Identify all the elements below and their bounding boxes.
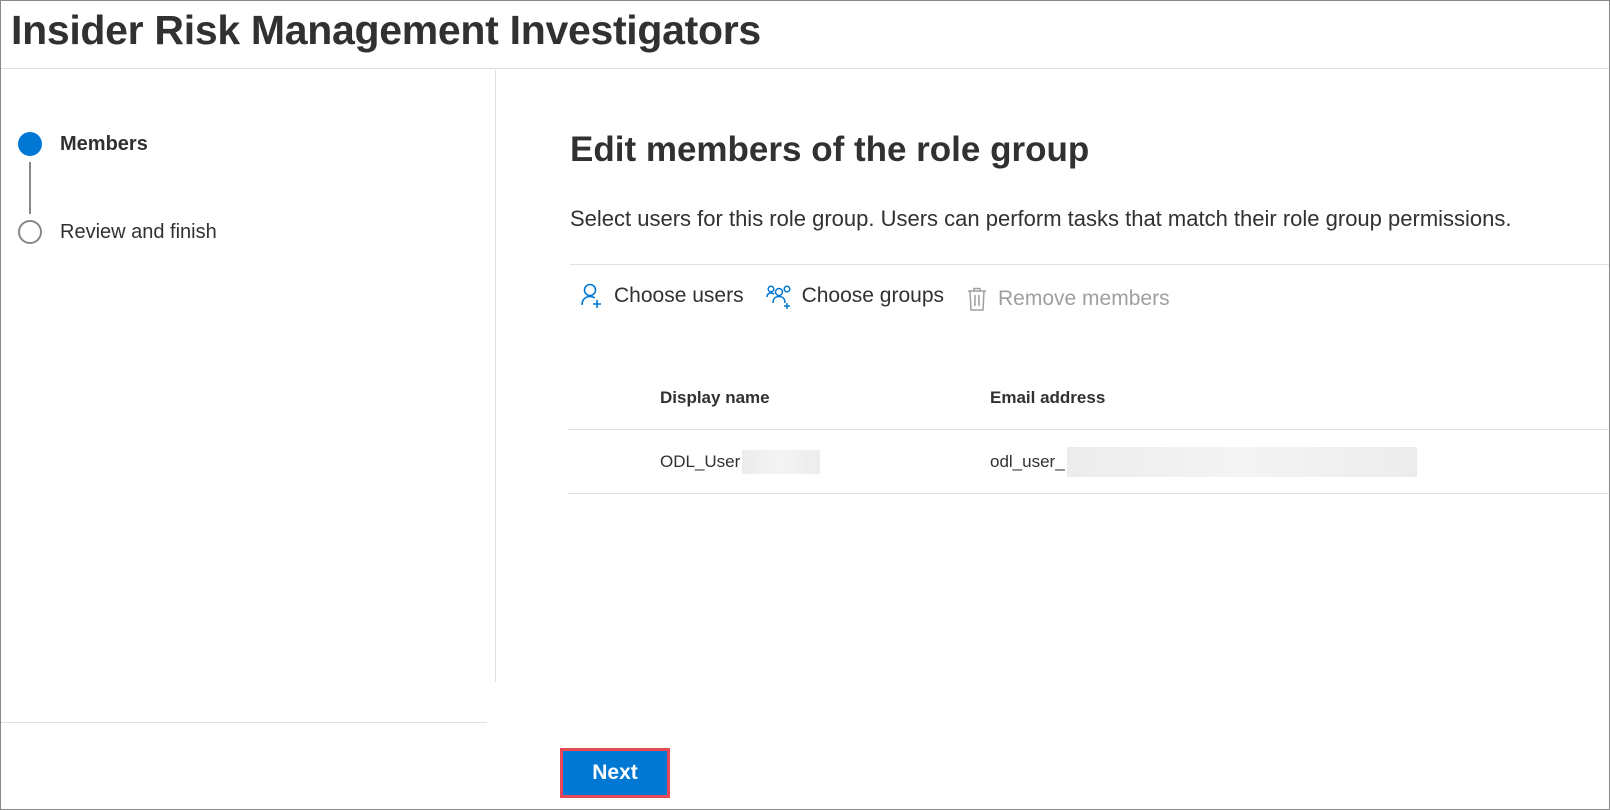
footer-divider — [1, 722, 487, 723]
remove-members-button[interactable]: Remove members — [966, 286, 1170, 312]
choose-groups-label: Choose groups — [801, 284, 945, 307]
choose-groups-button[interactable]: Choose groups — [765, 283, 945, 309]
title-bar: Insider Risk Management Investigators — [1, 1, 1609, 69]
choose-users-button[interactable]: Choose users — [580, 283, 744, 309]
step-connector — [29, 162, 31, 214]
next-button[interactable]: Next — [560, 748, 670, 798]
step-label: Review and finish — [60, 220, 217, 243]
page-title: Insider Risk Management Investigators — [11, 7, 761, 53]
table-row[interactable]: ODL_User odl_user_ — [568, 430, 1609, 494]
email-value: odl_user_ — [990, 452, 1065, 471]
email-cell: odl_user_ — [990, 430, 1417, 494]
step-active-indicator-icon — [18, 132, 42, 156]
table-header-row: Display name Email address — [568, 366, 1609, 430]
add-person-icon — [581, 283, 601, 308]
redacted-block — [1066, 447, 1417, 477]
column-header-email-address[interactable]: Email address — [990, 366, 1105, 430]
members-table: Display name Email address ODL_User odl_… — [568, 366, 1609, 494]
section-description: Select users for this role group. Users … — [570, 206, 1512, 231]
remove-members-label: Remove members — [998, 287, 1170, 310]
members-toolbar: Choose users Choose groups Remove member… — [580, 276, 1192, 316]
step-pending-indicator-icon — [18, 220, 42, 244]
people-group-icon — [765, 285, 791, 309]
next-button-label: Next — [592, 761, 638, 784]
step-review-and-finish[interactable]: Review and finish — [18, 220, 217, 244]
step-members[interactable]: Members — [18, 132, 148, 156]
display-name-value: ODL_User — [660, 452, 741, 471]
display-name-cell: ODL_User — [660, 430, 821, 494]
column-header-display-name[interactable]: Display name — [660, 366, 770, 430]
trash-icon — [968, 287, 987, 311]
step-label: Members — [60, 132, 148, 155]
main-content: Edit members of the role group Select us… — [568, 70, 1609, 690]
divider — [570, 264, 1609, 265]
redacted-block — [742, 450, 821, 474]
wizard-steps-pane: Members Review and finish — [1, 70, 496, 682]
section-heading: Edit members of the role group — [570, 130, 1090, 169]
choose-users-label: Choose users — [614, 284, 744, 307]
